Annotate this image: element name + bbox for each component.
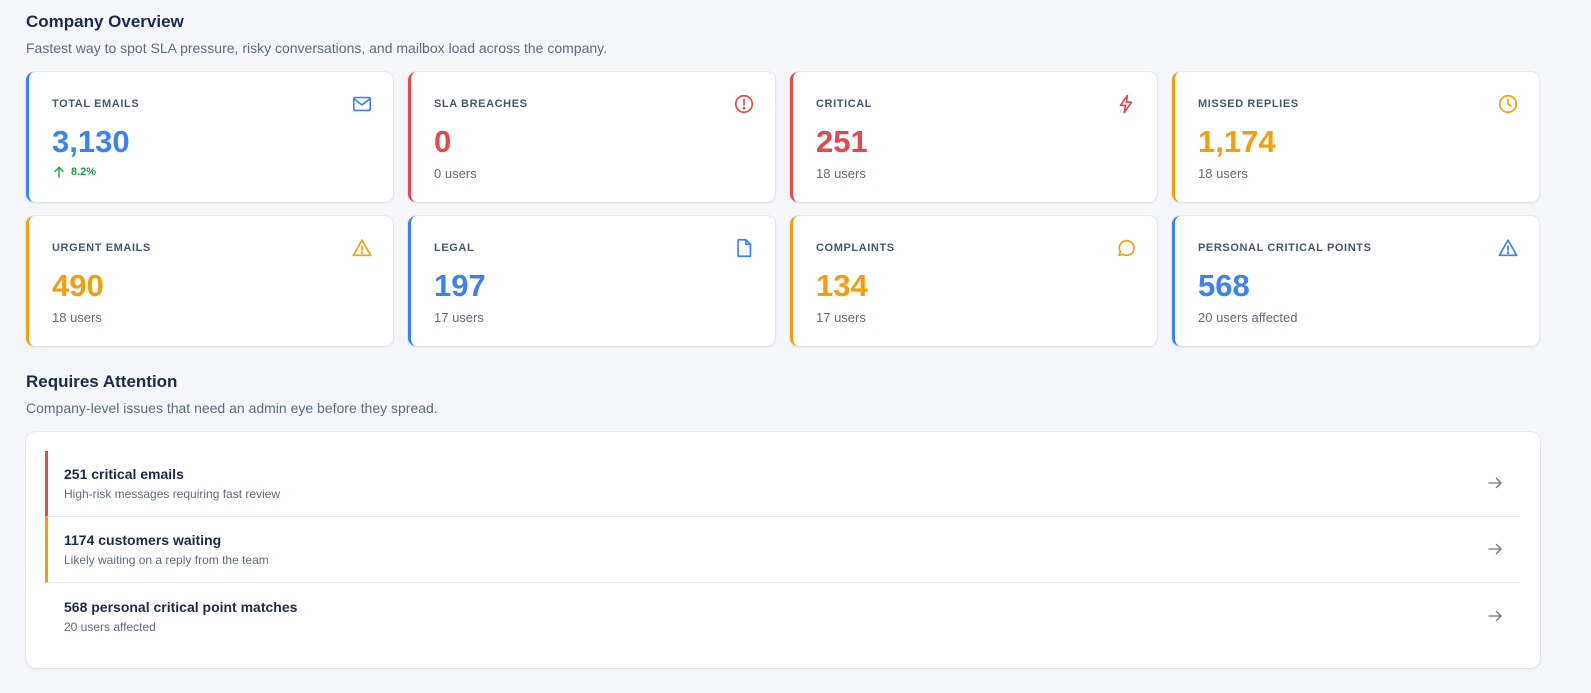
card-value: 3,130 bbox=[52, 124, 130, 159]
attention-item-title: 568 personal critical point matches bbox=[64, 599, 298, 615]
card-value: 1,174 bbox=[1198, 124, 1276, 159]
card-value: 490 bbox=[52, 268, 104, 303]
card-total-emails[interactable]: TOTAL EMAILS 3,130 8.2% bbox=[26, 72, 393, 202]
card-value: 0 bbox=[434, 124, 452, 159]
card-footnote: 0 users bbox=[434, 166, 477, 181]
mail-icon bbox=[351, 93, 373, 115]
attention-item-subtitle: Likely waiting on a reply from the team bbox=[64, 553, 269, 567]
card-footnote: 18 users bbox=[816, 166, 866, 181]
attention-item-customers-waiting[interactable]: 1174 customers waiting Likely waiting on… bbox=[45, 517, 1520, 583]
attention-item-subtitle: High-risk messages requiring fast review bbox=[64, 487, 281, 501]
card-critical[interactable]: CRITICAL 251 18 users bbox=[790, 72, 1157, 202]
card-label: LEGAL bbox=[434, 242, 475, 254]
attention-title: Requires Attention bbox=[26, 372, 178, 391]
card-footnote: 20 users affected bbox=[1198, 310, 1298, 325]
card-personal-critical-points[interactable]: PERSONAL CRITICAL POINTS 568 20 users af… bbox=[1172, 216, 1539, 346]
card-label: URGENT EMAILS bbox=[52, 242, 151, 254]
arrow-right-icon[interactable] bbox=[1486, 540, 1504, 558]
attention-item-title: 1174 customers waiting bbox=[64, 532, 222, 548]
card-value: 197 bbox=[434, 268, 486, 303]
card-label: TOTAL EMAILS bbox=[52, 98, 140, 110]
card-legal[interactable]: LEGAL 197 17 users bbox=[408, 216, 775, 346]
card-sla-breaches[interactable]: SLA BREACHES 0 0 users bbox=[408, 72, 775, 202]
attention-item-title: 251 critical emails bbox=[64, 466, 184, 482]
chat-bubble-icon bbox=[1115, 237, 1137, 259]
arrow-up-icon bbox=[52, 165, 66, 179]
lightning-icon bbox=[1115, 93, 1137, 115]
card-urgent-emails[interactable]: URGENT EMAILS 490 18 users bbox=[26, 216, 393, 346]
attention-list: 251 critical emails High-risk messages r… bbox=[26, 432, 1540, 668]
attention-item-personal-critical-points[interactable]: 568 personal critical point matches 20 u… bbox=[45, 584, 1520, 650]
card-value: 134 bbox=[816, 268, 868, 303]
card-label: COMPLAINTS bbox=[816, 242, 895, 254]
card-missed-replies[interactable]: MISSED REPLIES 1,174 18 users bbox=[1172, 72, 1539, 202]
card-label: CRITICAL bbox=[816, 98, 873, 110]
card-footnote: 18 users bbox=[52, 310, 102, 325]
warning-triangle-icon bbox=[351, 237, 373, 259]
alert-circle-icon bbox=[733, 93, 755, 115]
warning-triangle-icon bbox=[1497, 237, 1519, 259]
attention-subtitle: Company-level issues that need an admin … bbox=[26, 400, 438, 416]
card-footnote: 18 users bbox=[1198, 166, 1248, 181]
card-label: MISSED REPLIES bbox=[1198, 98, 1299, 110]
arrow-right-icon[interactable] bbox=[1486, 474, 1504, 492]
overview-title: Company Overview bbox=[26, 12, 184, 31]
card-footnote: 17 users bbox=[434, 310, 484, 325]
attention-item-subtitle: 20 users affected bbox=[64, 620, 156, 634]
stats-row-1: TOTAL EMAILS 3,130 8.2% SLA BREACHES 0 0… bbox=[26, 72, 1563, 202]
document-icon bbox=[733, 237, 755, 259]
card-label: SLA BREACHES bbox=[434, 98, 528, 110]
card-footnote: 17 users bbox=[816, 310, 866, 325]
trend-value: 8.2% bbox=[71, 166, 97, 178]
card-value: 568 bbox=[1198, 268, 1250, 303]
stats-row-2: URGENT EMAILS 490 18 users LEGAL 197 17 … bbox=[26, 216, 1563, 346]
attention-item-critical-emails[interactable]: 251 critical emails High-risk messages r… bbox=[45, 451, 1520, 517]
trend-indicator: 8.2% bbox=[52, 165, 96, 179]
arrow-right-icon[interactable] bbox=[1486, 607, 1504, 625]
card-complaints[interactable]: COMPLAINTS 134 17 users bbox=[790, 216, 1157, 346]
clock-icon bbox=[1497, 93, 1519, 115]
card-label: PERSONAL CRITICAL POINTS bbox=[1198, 242, 1372, 254]
overview-subtitle: Fastest way to spot SLA pressure, risky … bbox=[26, 40, 608, 56]
card-value: 251 bbox=[816, 124, 868, 159]
